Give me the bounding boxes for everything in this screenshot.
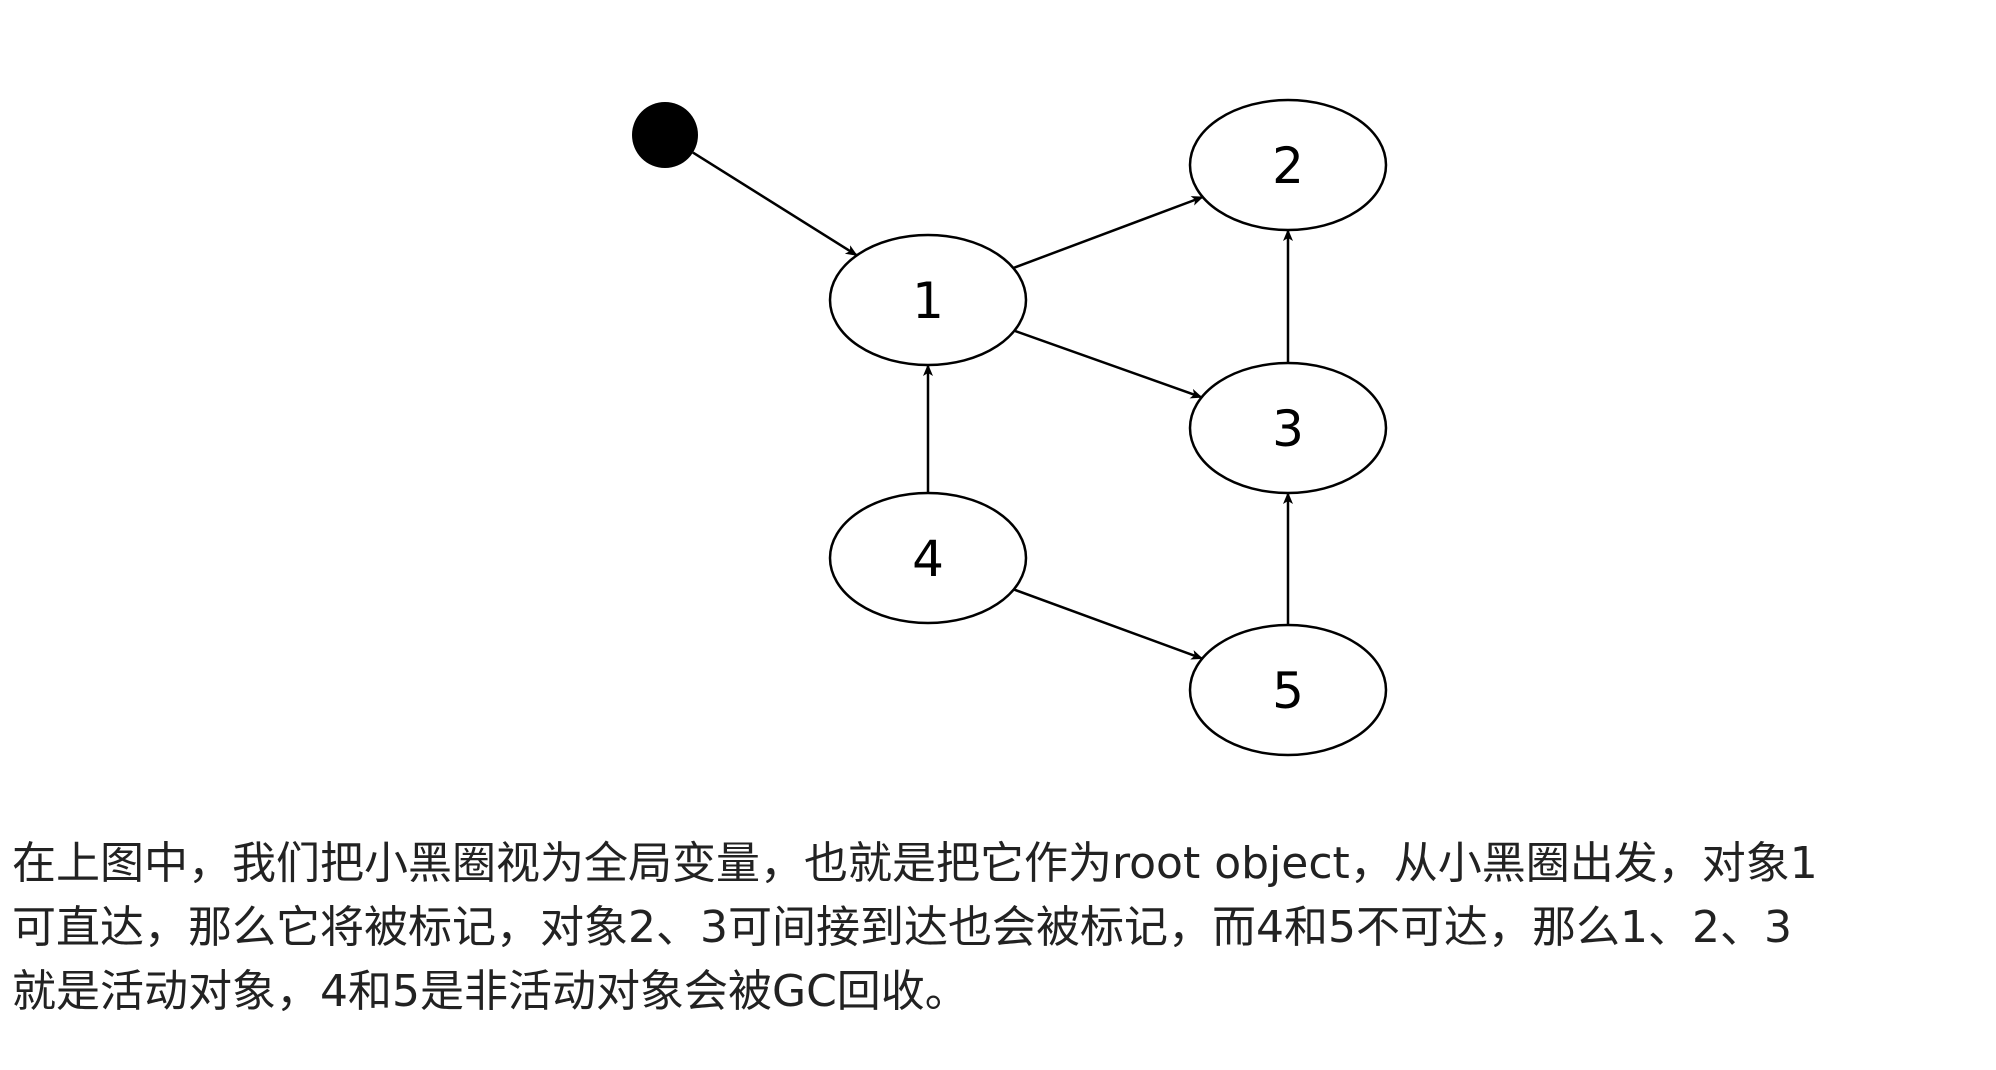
edge-root-to-1 [692, 151, 858, 257]
caption-paragraph: 在上图中，我们把小黑圈视为全局变量，也就是把它作为root object，从小黑… [12, 832, 1972, 1024]
edge-4-to-5 [1013, 588, 1204, 660]
node-3-label: 3 [1272, 400, 1304, 458]
object-reference-graph: 1 2 3 4 5 [632, 98, 1388, 757]
node-2: 2 [1188, 98, 1388, 232]
caption-line-1: 在上图中，我们把小黑圈视为全局变量，也就是把它作为root object，从小黑… [12, 838, 1818, 889]
node-2-label: 2 [1272, 137, 1304, 195]
root-object-dot [632, 102, 698, 168]
node-1: 1 [828, 233, 1028, 367]
caption-line-3: 就是活动对象，4和5是非活动对象会被GC回收。 [12, 966, 969, 1017]
nodes-layer: 1 2 3 4 5 [632, 98, 1388, 757]
node-5: 5 [1188, 623, 1388, 757]
node-3: 3 [1188, 361, 1388, 495]
node-4-label: 4 [912, 530, 944, 588]
edge-1-to-2 [1012, 195, 1204, 270]
node-1-label: 1 [912, 272, 944, 330]
edge-1-to-3 [1013, 329, 1203, 399]
node-4: 4 [828, 491, 1028, 625]
caption-line-2: 可直达，那么它将被标记，对象2、3可间接到达也会被标记，而4和5不可达，那么1、… [12, 902, 1792, 953]
node-5-label: 5 [1272, 662, 1304, 720]
